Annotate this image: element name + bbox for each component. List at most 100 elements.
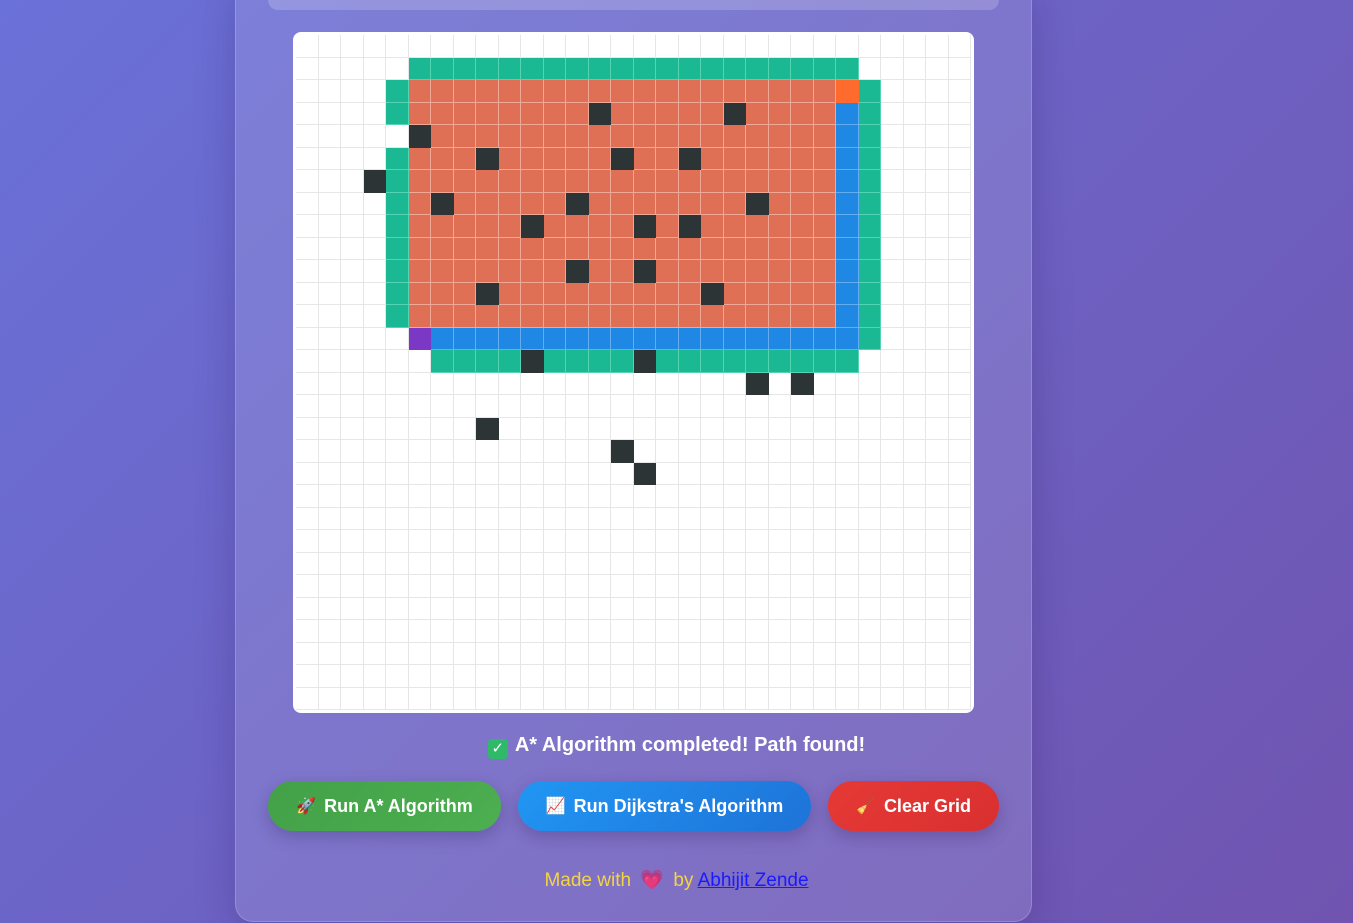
grid-cell[interactable] [611,620,634,643]
visited-cell[interactable] [521,282,544,305]
grid-cell[interactable] [791,665,814,688]
grid-cell[interactable] [611,462,634,485]
grid-cell[interactable] [813,395,836,418]
visited-cell[interactable] [566,215,589,238]
grid-cell[interactable] [363,237,386,260]
grid-cell[interactable] [453,642,476,665]
grid-cell[interactable] [408,507,431,530]
grid-cell[interactable] [296,260,319,283]
grid-cell[interactable] [836,665,859,688]
visited-cell[interactable] [476,80,499,103]
frontier-cell[interactable] [701,350,724,373]
visited-cell[interactable] [678,125,701,148]
grid-cell[interactable] [611,417,634,440]
visited-cell[interactable] [678,192,701,215]
run-dijkstra-button[interactable]: 📈 Run Dijkstra's Algorithm [518,781,811,831]
grid-cell[interactable] [791,552,814,575]
grid-cell[interactable] [408,575,431,598]
grid-cell[interactable] [881,35,904,58]
visited-cell[interactable] [521,192,544,215]
visited-cell[interactable] [813,102,836,125]
grid-cell[interactable] [363,395,386,418]
visited-cell[interactable] [813,282,836,305]
grid-cell[interactable] [881,102,904,125]
frontier-cell[interactable] [836,350,859,373]
grid-cell[interactable] [431,507,454,530]
grid-cell[interactable] [296,282,319,305]
visited-cell[interactable] [678,260,701,283]
frontier-cell[interactable] [858,80,881,103]
visited-cell[interactable] [723,237,746,260]
grid-cell[interactable] [341,215,364,238]
grid-cell[interactable] [813,485,836,508]
grid-cell[interactable] [341,665,364,688]
grid-cell[interactable] [521,620,544,643]
grid-cell[interactable] [656,35,679,58]
grid-cell[interactable] [926,102,949,125]
grid-cell[interactable] [948,327,971,350]
grid-cell[interactable] [836,395,859,418]
grid-cell[interactable] [296,665,319,688]
frontier-cell[interactable] [813,350,836,373]
grid-cell[interactable] [926,215,949,238]
visited-cell[interactable] [611,125,634,148]
grid-cell[interactable] [318,530,341,553]
path-cell[interactable] [431,327,454,350]
grid-cell[interactable] [813,642,836,665]
grid-cell[interactable] [498,620,521,643]
grid-cell[interactable] [858,35,881,58]
visited-cell[interactable] [543,282,566,305]
path-cell[interactable] [836,192,859,215]
wall-cell[interactable] [633,462,656,485]
visited-cell[interactable] [633,102,656,125]
grid-cell[interactable] [341,57,364,80]
grid-cell[interactable] [768,620,791,643]
grid-cell[interactable] [813,530,836,553]
visited-cell[interactable] [813,260,836,283]
grid-cell[interactable] [948,260,971,283]
grid-cell[interactable] [903,462,926,485]
grid-cell[interactable] [768,395,791,418]
grid-cell[interactable] [363,282,386,305]
visited-cell[interactable] [813,170,836,193]
grid-cell[interactable] [566,620,589,643]
frontier-cell[interactable] [858,125,881,148]
frontier-cell[interactable] [543,57,566,80]
visited-cell[interactable] [701,80,724,103]
grid-cell[interactable] [903,57,926,80]
grid-cell[interactable] [768,665,791,688]
grid-cell[interactable] [386,372,409,395]
visited-cell[interactable] [791,125,814,148]
grid-cell[interactable] [881,170,904,193]
wall-cell[interactable] [633,350,656,373]
grid-cell[interactable] [476,35,499,58]
grid-cell[interactable] [566,440,589,463]
grid-cell[interactable] [588,35,611,58]
grid-cell[interactable] [813,552,836,575]
wall-cell[interactable] [633,260,656,283]
grid-cell[interactable] [948,102,971,125]
grid-cell[interactable] [498,440,521,463]
visited-cell[interactable] [813,192,836,215]
visited-cell[interactable] [768,80,791,103]
grid-cell[interactable] [453,597,476,620]
grid-cell[interactable] [341,170,364,193]
grid-cell[interactable] [723,597,746,620]
grid-cell[interactable] [566,395,589,418]
visited-cell[interactable] [746,80,769,103]
frontier-cell[interactable] [566,350,589,373]
grid-cell[interactable] [566,597,589,620]
grid-cell[interactable] [318,102,341,125]
path-cell[interactable] [566,327,589,350]
grid-cell[interactable] [768,485,791,508]
grid-cell[interactable] [476,530,499,553]
grid-cell[interactable] [408,620,431,643]
grid-cell[interactable] [881,440,904,463]
grid-cell[interactable] [318,642,341,665]
grid-cell[interactable] [453,507,476,530]
grid-cell[interactable] [746,462,769,485]
grid-cell[interactable] [633,552,656,575]
grid-cell[interactable] [633,575,656,598]
visited-cell[interactable] [408,237,431,260]
frontier-cell[interactable] [453,350,476,373]
